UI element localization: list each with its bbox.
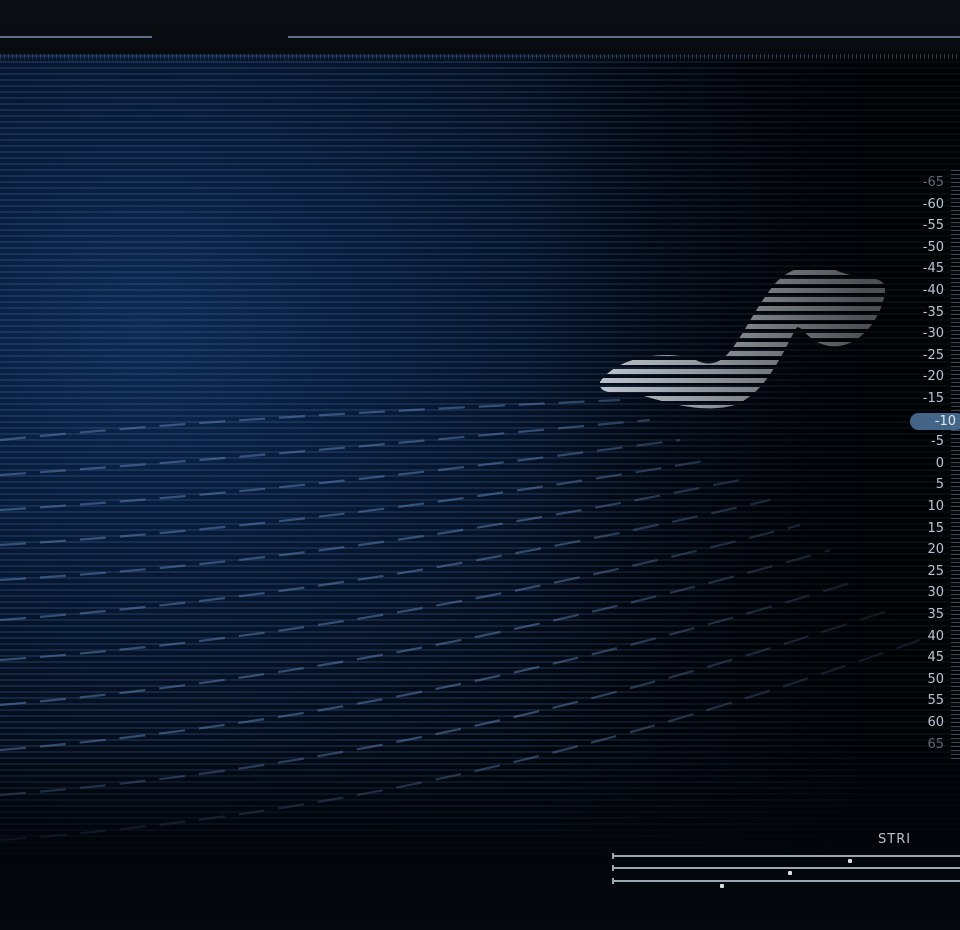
strip-track-3[interactable]	[612, 878, 960, 888]
scale-label: 50	[927, 671, 944, 687]
scale-label: -45	[922, 261, 944, 277]
strip-track-2[interactable]	[612, 865, 960, 875]
top-rule-right	[288, 36, 960, 38]
scale-label: 25	[927, 563, 944, 579]
scale-label: 40	[927, 628, 944, 644]
top-tick-strip	[0, 54, 960, 59]
scale-label: 65	[927, 736, 944, 752]
scale-label: -60	[922, 196, 944, 212]
scale-label: -40	[922, 283, 944, 298]
strip-label: STRI	[878, 832, 912, 847]
scale-label: 35	[927, 607, 944, 622]
scale-label: 10	[927, 499, 944, 514]
strip-track-1[interactable]	[612, 853, 960, 863]
scale-label: 0	[935, 455, 944, 471]
scale-label: -30	[922, 326, 944, 342]
scale-label: -35	[922, 304, 944, 320]
scale-label: -15	[922, 391, 944, 406]
scale-label: -55	[922, 218, 944, 234]
scale-rail	[951, 170, 960, 760]
top-rule-left	[0, 36, 152, 38]
scale-label: -20	[922, 369, 944, 385]
strip-knob-1[interactable]	[848, 859, 852, 863]
scale-label: -25	[922, 347, 944, 363]
level-scale: -10 -65 -60 -55 -50 -45 -40 -35 -30 -25 -20 -15 -5 0…	[905, 170, 960, 760]
scale-label: 20	[927, 542, 944, 558]
scale-label: -5	[931, 434, 944, 450]
top-bar	[0, 0, 960, 54]
video-display: -10 -65 -60 -55 -50 -45 -40 -35 -30 -25 -20 -15 -5 0…	[0, 0, 960, 930]
scale-label: 45	[927, 650, 944, 666]
scale-label: 5	[935, 477, 944, 493]
scale-label: 30	[927, 585, 944, 601]
strip-knob-3[interactable]	[720, 884, 724, 888]
scale-label: 15	[927, 520, 944, 536]
bottom-shade	[0, 740, 960, 930]
scale-label: -65	[922, 175, 944, 190]
scale-label: -50	[922, 239, 944, 255]
level-marker-label: -10	[934, 414, 956, 429]
strip-knob-2[interactable]	[788, 871, 792, 875]
scale-label: 60	[927, 715, 944, 730]
scale-label: 55	[927, 693, 944, 709]
